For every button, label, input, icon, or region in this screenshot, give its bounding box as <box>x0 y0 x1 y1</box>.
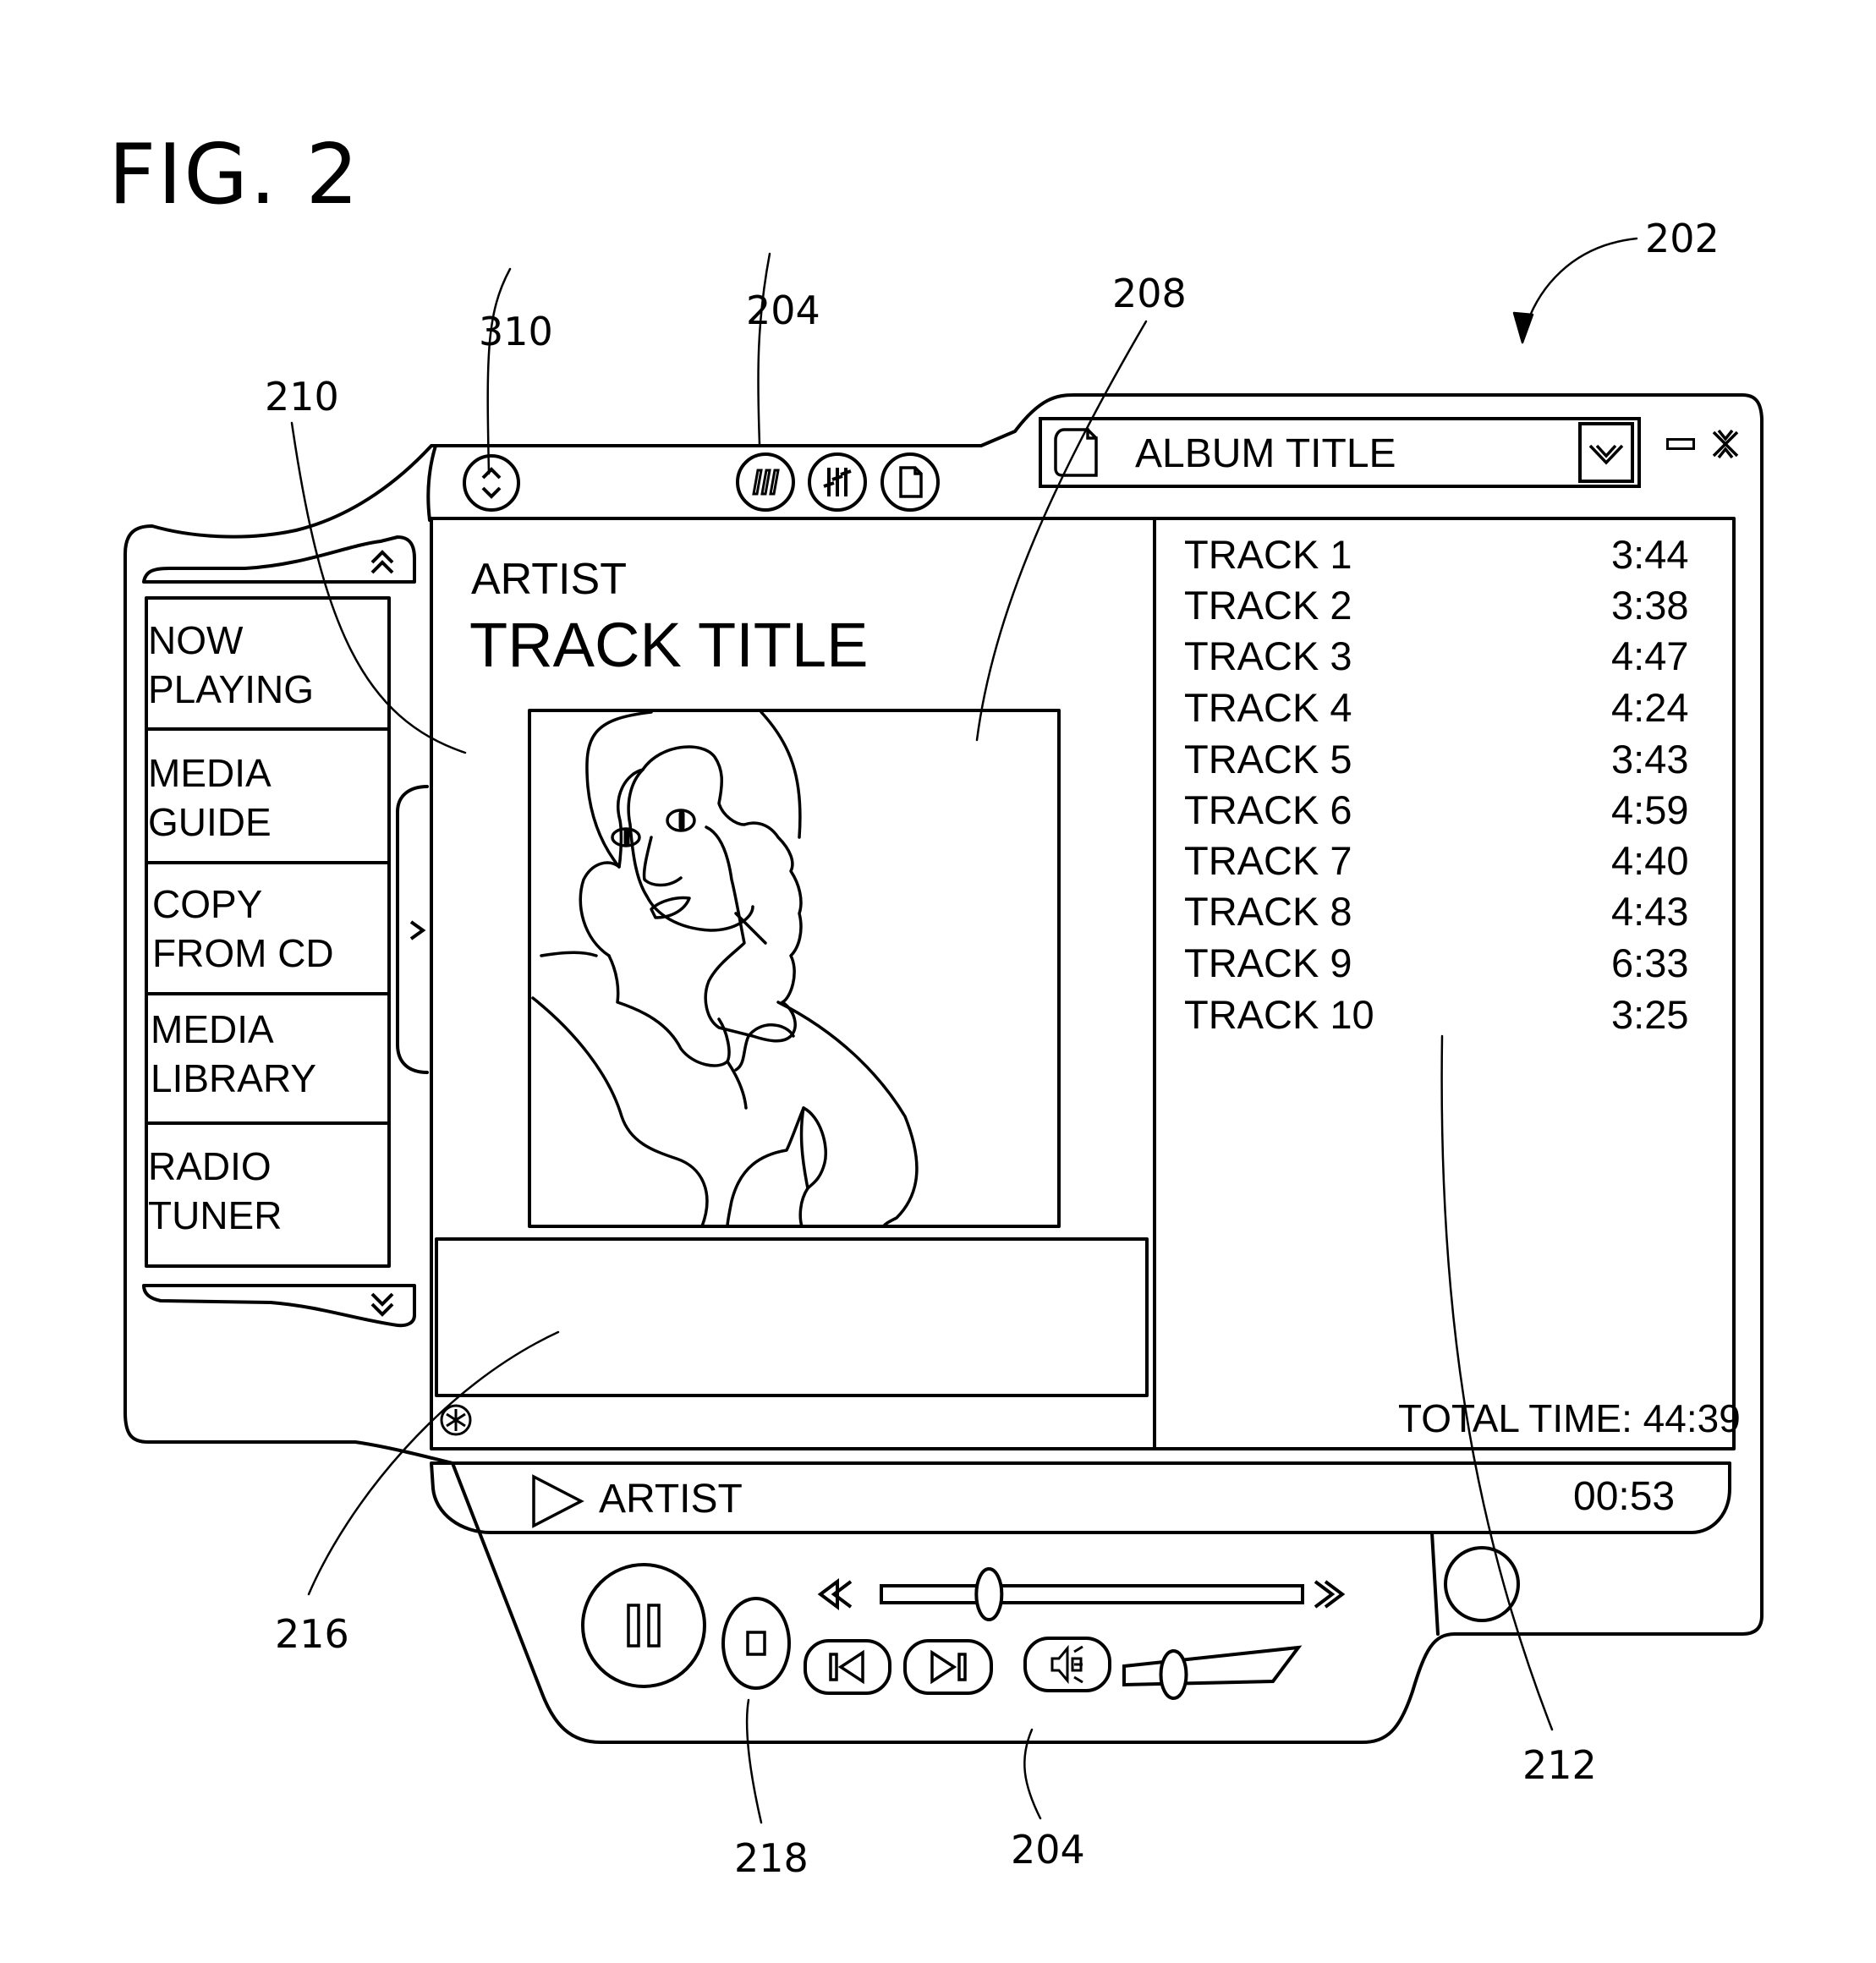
album-dropdown-button[interactable] <box>1578 422 1634 483</box>
playlist-total-time: TOTAL TIME: 44:39 <box>1398 1396 1741 1440</box>
status-artist: ARTIST <box>599 1477 743 1522</box>
volume-slider[interactable] <box>1121 1641 1315 1708</box>
sidebar-item-label: GUIDE <box>148 800 272 844</box>
sidebar-item-label: RADIO <box>148 1144 272 1188</box>
double-chevron-down-icon[interactable] <box>365 1287 399 1321</box>
track-name[interactable]: TRACK 8 <box>1184 888 1352 935</box>
document-button[interactable] <box>880 452 940 512</box>
fast-forward-icon <box>1314 1580 1345 1609</box>
sidebar-item-label: COPY <box>152 882 263 926</box>
track-duration: 3:44 <box>1611 532 1689 577</box>
double-chevron-up-icon[interactable] <box>365 546 399 579</box>
track-duration: 4:59 <box>1611 787 1689 832</box>
sidebar-item-label: MEDIA <box>151 1007 274 1051</box>
now-playing-artist: ARTIST <box>471 555 627 604</box>
track-duration: 6:33 <box>1611 940 1689 985</box>
equalizer-button[interactable] <box>808 452 867 512</box>
visualization-button[interactable] <box>736 452 795 512</box>
chevron-down-icon <box>1588 444 1624 465</box>
now-playing-track-title: TRACK TITLE <box>469 610 869 680</box>
track-name[interactable]: TRACK 9 <box>1184 940 1352 986</box>
document-icon <box>899 466 923 498</box>
track-duration: 3:43 <box>1611 737 1689 781</box>
album-selector[interactable]: ALBUM TITLE <box>1039 417 1641 488</box>
track-duration: 4:24 <box>1611 685 1689 730</box>
next-track-icon <box>930 1649 967 1685</box>
sidebar-item-media-library[interactable]: MEDIA LIBRARY <box>151 1005 392 1103</box>
volume-thumb[interactable] <box>1159 1649 1188 1700</box>
asterisk-circle-icon[interactable] <box>438 1402 474 1438</box>
stop-button[interactable] <box>721 1597 791 1690</box>
volume-track <box>1122 1645 1303 1687</box>
track-name[interactable]: TRACK 2 <box>1184 582 1352 628</box>
sidebar-item-label: FROM CD <box>152 931 334 975</box>
sidebar-item-copy-from-cd[interactable]: COPY FROM CD <box>152 880 393 978</box>
sidebar-item-radio-tuner[interactable]: RADIO TUNER <box>148 1142 389 1240</box>
info-pane-box <box>435 1237 1149 1397</box>
track-name[interactable]: TRACK 1 <box>1184 531 1352 578</box>
next-track-button[interactable] <box>903 1639 993 1695</box>
track-name[interactable]: TRACK 6 <box>1184 787 1352 833</box>
track-name[interactable]: TRACK 3 <box>1184 633 1352 679</box>
previous-track-button[interactable] <box>804 1639 891 1695</box>
speaker-icon <box>1050 1644 1083 1685</box>
previous-track-icon <box>829 1649 864 1685</box>
track-name[interactable]: TRACK 4 <box>1184 684 1352 731</box>
sidebar-item-label: LIBRARY <box>151 1056 317 1100</box>
equalizer-icon <box>823 468 852 496</box>
status-elapsed-time: 00:53 <box>1573 1474 1676 1519</box>
visualization-icon <box>752 469 780 496</box>
up-down-arrows-icon <box>481 467 502 499</box>
minimize-button[interactable] <box>1666 438 1695 450</box>
sidebar-item-now-playing[interactable]: NOW PLAYING <box>148 616 389 714</box>
pause-button[interactable] <box>581 1563 706 1688</box>
album-title-value: ALBUM TITLE <box>1135 431 1396 476</box>
track-duration: 3:38 <box>1611 583 1689 628</box>
view-toggle-button[interactable] <box>463 454 520 512</box>
seek-track <box>880 1584 1304 1604</box>
document-icon <box>1054 428 1098 477</box>
stop-icon <box>746 1631 766 1656</box>
seek-thumb[interactable] <box>974 1567 1004 1621</box>
chevron-right-icon[interactable] <box>404 913 430 947</box>
seek-bar[interactable] <box>812 1560 1345 1628</box>
track-name[interactable]: TRACK 5 <box>1184 736 1352 782</box>
rewind-icon <box>817 1578 853 1610</box>
album-art-figure <box>531 710 919 1228</box>
track-duration: 4:40 <box>1611 838 1689 883</box>
mini-mode-button[interactable] <box>1444 1546 1520 1622</box>
track-duration: 3:25 <box>1611 992 1689 1037</box>
sidebar-item-label: MEDIA <box>148 751 272 795</box>
sidebar-item-media-guide[interactable]: MEDIA GUIDE <box>148 748 389 847</box>
track-duration: 4:43 <box>1611 889 1689 934</box>
play-icon[interactable] <box>529 1472 588 1531</box>
track-name[interactable]: TRACK 7 <box>1184 837 1352 884</box>
track-name[interactable]: TRACK 10 <box>1184 991 1374 1038</box>
close-icon[interactable] <box>1709 427 1742 461</box>
pause-icon <box>627 1604 661 1648</box>
sidebar-item-label: NOW <box>148 618 244 662</box>
track-duration: 4:47 <box>1611 633 1689 678</box>
sidebar-item-label: PLAYING <box>148 667 314 711</box>
sidebar-item-label: TUNER <box>148 1193 282 1237</box>
mute-button[interactable] <box>1023 1637 1111 1692</box>
